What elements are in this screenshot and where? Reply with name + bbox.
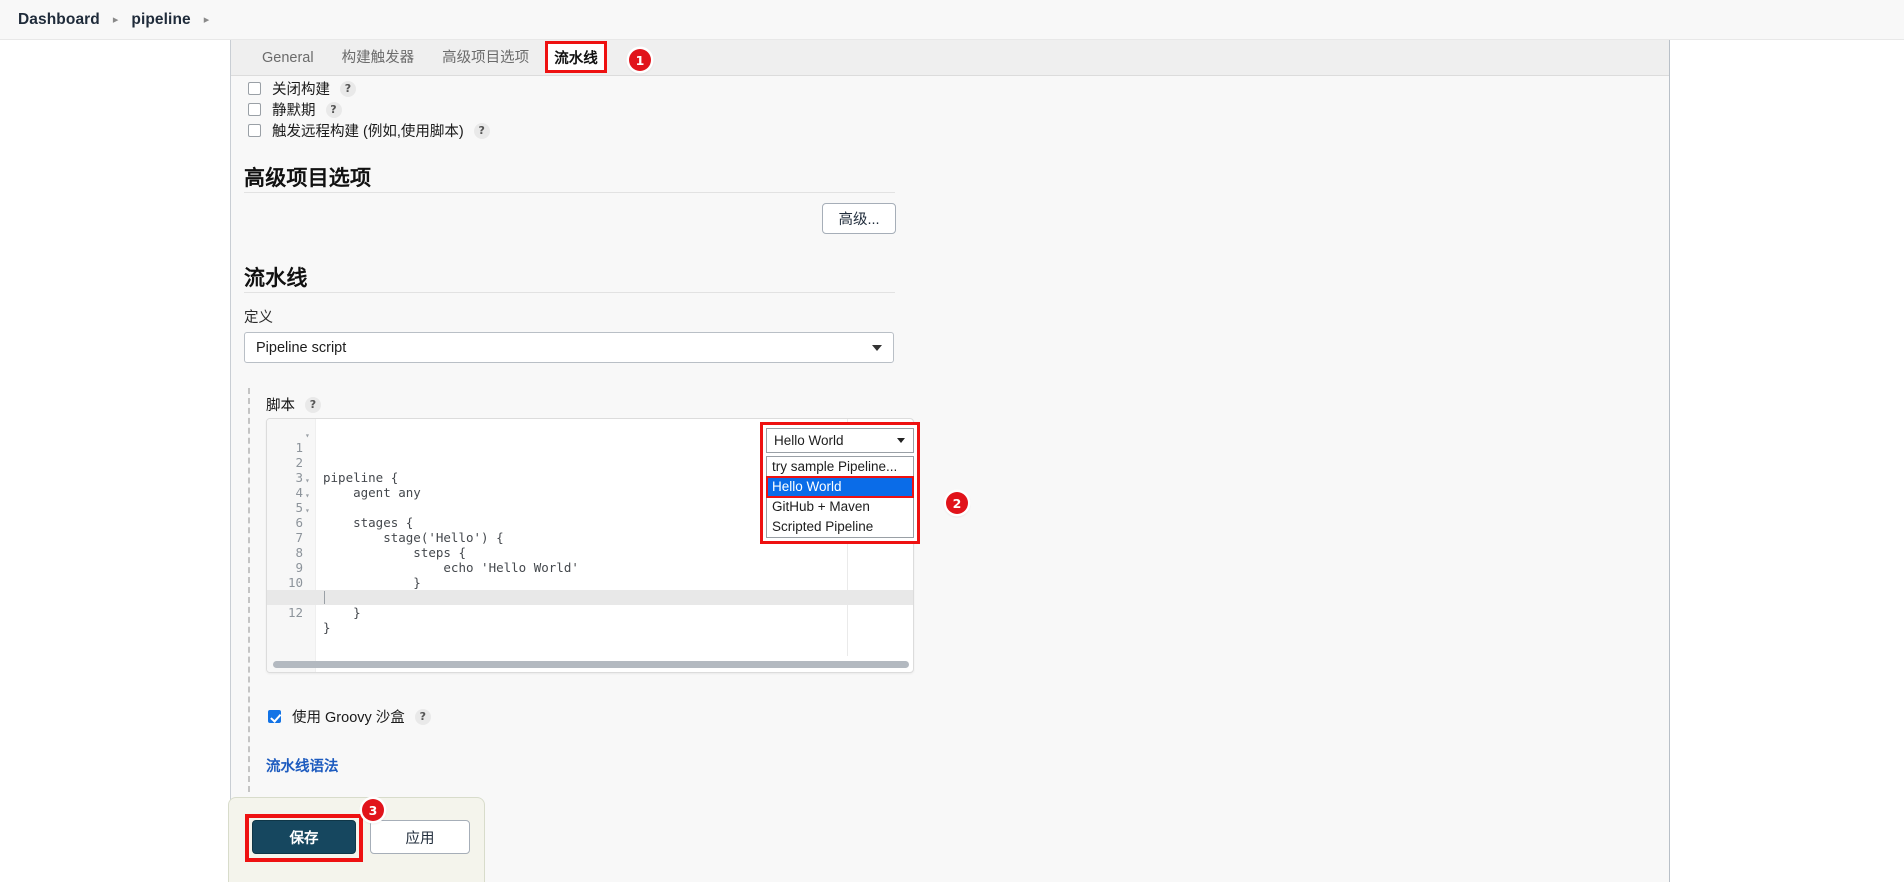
breadcrumb-item-pipeline[interactable]: pipeline [131, 11, 190, 29]
checkbox-disable-build[interactable] [248, 82, 261, 95]
text-cursor [324, 591, 325, 604]
help-icon-remote-trigger[interactable]: ? [473, 122, 490, 139]
help-icon-groovy-sandbox[interactable]: ? [414, 708, 431, 725]
sample-pipeline-dropdown: Hello World try sample Pipeline... Hello… [760, 422, 920, 544]
help-icon-script[interactable]: ? [305, 396, 321, 413]
step-marker-1: 1 [629, 49, 651, 71]
sample-option-hello-world[interactable]: Hello World [766, 476, 914, 498]
code-line: 11 } [267, 575, 913, 635]
script-group-guide [248, 388, 250, 792]
line-text: } [323, 605, 361, 620]
checkbox-label-groovy-sandbox: 使用 Groovy 沙盒 [292, 710, 405, 726]
checkbox-groovy-sandbox[interactable] [268, 710, 281, 723]
definition-select[interactable]: Pipeline script [244, 332, 894, 363]
apply-button[interactable]: 应用 [370, 820, 470, 854]
section-divider-pipeline [244, 292, 895, 293]
advanced-button[interactable]: 高级... [822, 203, 896, 234]
code-line: 10 } [267, 560, 913, 620]
chevron-down-icon [872, 344, 882, 351]
breadcrumb: Dashboard ▸ pipeline ▸ [0, 0, 1904, 40]
breadcrumb-separator-icon-2[interactable]: ▸ [204, 13, 210, 26]
code-line: 9 } [267, 545, 913, 605]
tab-general[interactable]: General [248, 40, 328, 76]
tab-advanced-project-options[interactable]: 高级项目选项 [428, 40, 543, 76]
code-line-current: 12 [267, 590, 913, 620]
checkbox-row-quiet-period[interactable]: 静默期 ? [248, 99, 342, 120]
section-title-advanced-options: 高级项目选项 [244, 167, 372, 190]
line-number: 12 [287, 605, 303, 620]
checkbox-remote-trigger[interactable] [248, 124, 261, 137]
tab-pipeline[interactable]: 流水线 [545, 41, 607, 73]
checkbox-label-remote-trigger: 触发远程构建 (例如,使用脚本) [272, 124, 464, 140]
sample-option-github-maven[interactable]: GitHub + Maven [767, 497, 913, 517]
tab-build-triggers[interactable]: 构建触发器 [328, 40, 429, 76]
checkbox-label-quiet-period: 静默期 [272, 103, 316, 119]
editor-horizontal-scrollbar[interactable] [273, 661, 909, 668]
label-definition: 定义 [244, 310, 273, 326]
chevron-down-icon [897, 438, 905, 443]
section-divider-advanced [244, 192, 895, 193]
sample-pipeline-selected-value: Hello World [774, 433, 844, 448]
step-marker-3: 3 [362, 799, 384, 821]
checkbox-label-disable-build: 关闭构建 [272, 82, 330, 98]
sample-option-scripted-pipeline[interactable]: Scripted Pipeline [767, 517, 913, 537]
config-tab-strip: General 构建触发器 高级项目选项 流水线 [231, 40, 1669, 76]
sample-pipeline-option-list: try sample Pipeline... Hello World GitHu… [766, 456, 914, 538]
checkbox-quiet-period[interactable] [248, 103, 261, 116]
checkbox-row-remote-trigger[interactable]: 触发远程构建 (例如,使用脚本) ? [248, 120, 490, 141]
label-script: 脚本 ? [266, 394, 321, 415]
checkbox-row-groovy-sandbox[interactable]: 使用 Groovy 沙盒 ? [268, 706, 431, 727]
breadcrumb-item-dashboard[interactable]: Dashboard [18, 11, 100, 29]
label-script-text: 脚本 [266, 398, 295, 414]
sample-option-try-sample[interactable]: try sample Pipeline... [767, 457, 913, 477]
pipeline-syntax-link[interactable]: 流水线语法 [266, 755, 339, 776]
save-button[interactable]: 保存 [252, 820, 356, 854]
checkbox-row-disable-build[interactable]: 关闭构建 ? [248, 78, 356, 99]
section-title-pipeline: 流水线 [244, 267, 308, 290]
page-root: Dashboard ▸ pipeline ▸ General 构建触发器 高级项… [0, 0, 1904, 882]
definition-select-value: Pipeline script [256, 339, 347, 356]
breadcrumb-separator-icon: ▸ [112, 14, 119, 26]
step-marker-2: 2 [946, 492, 968, 514]
sample-pipeline-select[interactable]: Hello World [766, 428, 914, 453]
help-icon-quiet-period[interactable]: ? [325, 101, 342, 118]
help-icon-disable-build[interactable]: ? [340, 80, 356, 97]
